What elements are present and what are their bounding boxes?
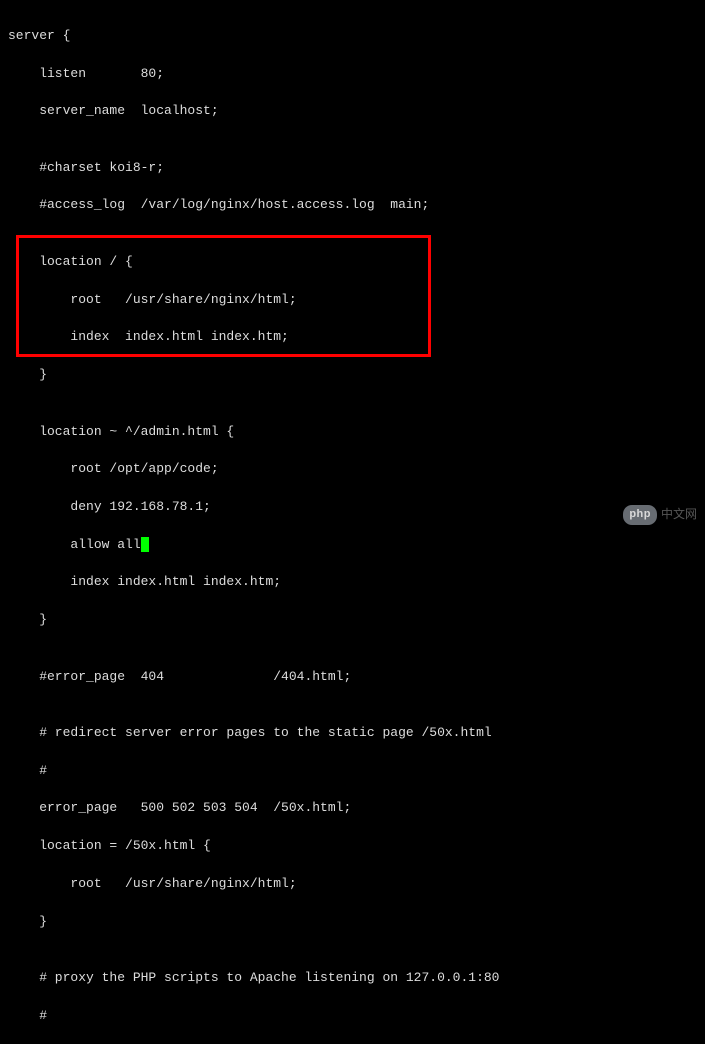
code-line: # proxy the PHP scripts to Apache listen… — [8, 969, 705, 988]
code-line: } — [8, 366, 705, 385]
code-line: server_name localhost; — [8, 102, 705, 121]
code-line: #access_log /var/log/nginx/host.access.l… — [8, 196, 705, 215]
code-line: location ~ ^/admin.html { — [8, 423, 705, 442]
code-line: deny 192.168.78.1; — [8, 498, 705, 517]
code-line: # — [8, 1007, 705, 1026]
code-line: error_page 500 502 503 504 /50x.html; — [8, 799, 705, 818]
code-line: } — [8, 611, 705, 630]
nginx-config-code: server { listen 80; server_name localhos… — [8, 8, 705, 1044]
terminal-cursor — [141, 537, 149, 552]
code-line: location = /50x.html { — [8, 837, 705, 856]
code-line: root /usr/share/nginx/html; — [8, 291, 705, 310]
code-line: root /opt/app/code; — [8, 460, 705, 479]
code-line-cursor: allow all; — [8, 536, 705, 555]
code-line: # — [8, 762, 705, 781]
code-text: allow all — [8, 537, 141, 552]
code-line: root /usr/share/nginx/html; — [8, 875, 705, 894]
code-line: # redirect server error pages to the sta… — [8, 724, 705, 743]
code-line: } — [8, 913, 705, 932]
code-line: location / { — [8, 253, 705, 272]
watermark: php 中文网 — [623, 505, 697, 525]
watermark-badge: php — [623, 505, 657, 525]
code-line: #charset koi8-r; — [8, 159, 705, 178]
code-line: listen 80; — [8, 65, 705, 84]
code-line: index index.html index.htm; — [8, 573, 705, 592]
code-line: #error_page 404 /404.html; — [8, 668, 705, 687]
code-line: index index.html index.htm; — [8, 328, 705, 347]
code-line: server { — [8, 27, 705, 46]
watermark-text: 中文网 — [661, 506, 697, 523]
